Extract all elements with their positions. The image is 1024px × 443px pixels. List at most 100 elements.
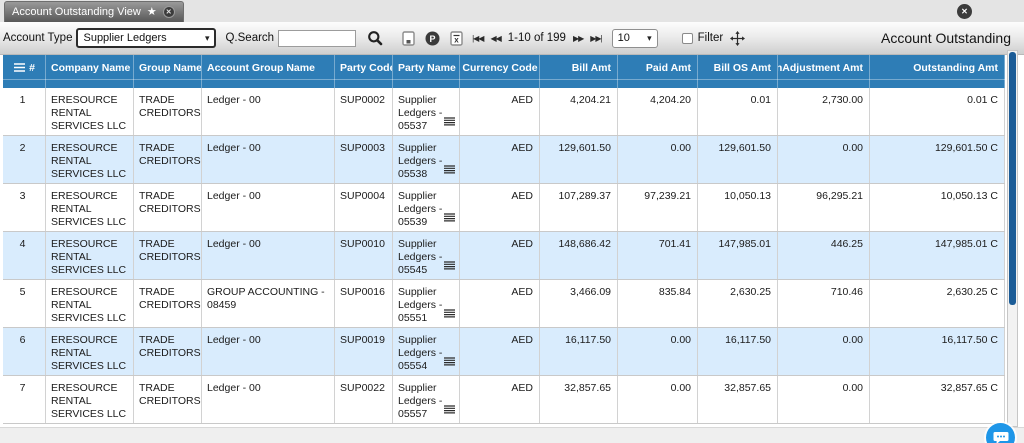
cell-account-group-name: Ledger - 00 [202, 328, 335, 375]
cell-row-number: 7 [3, 376, 46, 423]
party-detail-list-icon[interactable] [444, 213, 455, 226]
window-close-button[interactable]: ✕ [957, 4, 972, 19]
header-currency-code[interactable]: Currency Code [460, 55, 540, 88]
cell-row-number: 3 [3, 184, 46, 231]
cell-outstanding-amt: 0.01 C [870, 88, 1005, 135]
cell-paid-amt: 4,204.20 [618, 88, 698, 135]
cell-paid-amt: 0.00 [618, 376, 698, 423]
header-outstanding-amt[interactable]: Outstanding Amt [870, 55, 1005, 88]
tab-title: Account Outstanding View [12, 6, 141, 18]
table-row[interactable]: 3 ERESOURCE RENTAL SERVICES LLC TRADE CR… [3, 184, 1005, 232]
table-row[interactable]: 1 ERESOURCE RENTAL SERVICES LLC TRADE CR… [3, 88, 1005, 136]
favorite-star-icon[interactable]: ★ [147, 6, 157, 18]
move-icon[interactable] [730, 30, 746, 46]
tab-account-outstanding-view[interactable]: Account Outstanding View ★ ✕ [4, 1, 184, 22]
cell-currency-code: AED [460, 184, 540, 231]
party-detail-list-icon[interactable] [444, 117, 455, 130]
pagination-range: 1-10 of 199 [507, 32, 566, 44]
excel-export-icon[interactable]: x [450, 30, 463, 46]
last-page-icon[interactable]: ▶▶| [590, 34, 602, 43]
page-title: Account Outstanding [881, 30, 1011, 46]
prev-page-icon[interactable]: ◀◀ [490, 34, 501, 43]
cell-group-name: TRADE CREDITORS [134, 376, 202, 423]
header-bill-amt[interactable]: Bill Amt [540, 55, 618, 88]
header-unadjustment-amt[interactable]: UnAdjustment Amt [778, 55, 870, 88]
cell-bill-os-amt: 2,630.25 [698, 280, 778, 327]
next-page-icon[interactable]: ▶▶ [573, 34, 584, 43]
cell-currency-code: AED [460, 232, 540, 279]
vertical-scrollbar[interactable] [1007, 50, 1018, 427]
cell-outstanding-amt: 147,985.01 C [870, 232, 1005, 279]
cell-group-name: TRADE CREDITORS [134, 136, 202, 183]
cell-currency-code: AED [460, 280, 540, 327]
cell-bill-os-amt: 147,985.01 [698, 232, 778, 279]
table-row[interactable]: 4 ERESOURCE RENTAL SERVICES LLC TRADE CR… [3, 232, 1005, 280]
cell-company-name: ERESOURCE RENTAL SERVICES LLC [46, 184, 134, 231]
cell-bill-amt: 32,857.65 [540, 376, 618, 423]
header-party-name[interactable]: Party Name [393, 55, 460, 88]
cell-party-name: Supplier Ledgers - 05545 [393, 232, 460, 279]
cell-outstanding-amt: 32,857.65 C [870, 376, 1005, 423]
toolbar: Account Type Supplier Ledgers ▾ Q.Search… [0, 22, 1024, 55]
cell-party-code: SUP0016 [335, 280, 393, 327]
cell-bill-amt: 129,601.50 [540, 136, 618, 183]
header-bill-os-amt[interactable]: Bill OS Amt [698, 55, 778, 88]
cell-bill-amt: 16,117.50 [540, 328, 618, 375]
account-type-label: Account Type [3, 32, 73, 44]
chevron-down-icon: ▾ [204, 32, 210, 43]
cell-row-number: 6 [3, 328, 46, 375]
table-row[interactable]: 6 ERESOURCE RENTAL SERVICES LLC TRADE CR… [3, 328, 1005, 376]
header-account-group-name[interactable]: Account Group Name [202, 55, 335, 88]
account-type-select[interactable]: Supplier Ledgers ▾ [76, 28, 217, 48]
cell-row-number: 5 [3, 280, 46, 327]
cell-group-name: TRADE CREDITORS [134, 184, 202, 231]
tab-strip: Account Outstanding View ★ ✕ ✕ [0, 0, 1024, 22]
filter-label: Filter [697, 32, 724, 44]
party-detail-list-icon[interactable] [444, 165, 455, 178]
cell-group-name: TRADE CREDITORS [134, 88, 202, 135]
filter-checkbox[interactable] [681, 32, 693, 44]
pager: |◀◀ ◀◀ 1-10 of 199 ▶▶ ▶▶| [472, 32, 603, 44]
scrollbar-thumb[interactable] [1009, 52, 1016, 305]
cell-party-code: SUP0022 [335, 376, 393, 423]
page-size-select[interactable]: 10 ▾ [611, 28, 658, 48]
cell-outstanding-amt: 16,117.50 C [870, 328, 1005, 375]
header-company-name[interactable]: Company Name [46, 55, 134, 88]
tab-close-icon[interactable]: ✕ [162, 6, 175, 18]
table-row[interactable]: 7 ERESOURCE RENTAL SERVICES LLC TRADE CR… [3, 376, 1005, 424]
party-detail-list-icon[interactable] [444, 357, 455, 370]
header-paid-amt[interactable]: Paid Amt [618, 55, 698, 88]
first-page-icon[interactable]: |◀◀ [472, 34, 484, 43]
cell-group-name: TRADE CREDITORS [134, 232, 202, 279]
party-detail-list-icon[interactable] [444, 261, 455, 274]
header-party-code[interactable]: Party Code [335, 55, 393, 88]
search-input[interactable] [278, 29, 357, 47]
header-group-name[interactable]: Group Name [134, 55, 202, 88]
header-row-number[interactable]: # [3, 55, 46, 88]
search-icon[interactable] [367, 30, 383, 46]
table-row[interactable]: 5 ERESOURCE RENTAL SERVICES LLC TRADE CR… [3, 280, 1005, 328]
cell-paid-amt: 97,239.21 [618, 184, 698, 231]
cell-bill-os-amt: 0.01 [698, 88, 778, 135]
document-icon[interactable] [402, 30, 415, 46]
party-detail-list-icon[interactable] [444, 309, 455, 322]
cell-bill-amt: 148,686.42 [540, 232, 618, 279]
cell-paid-amt: 701.41 [618, 232, 698, 279]
cell-unadjustment-amt: 0.00 [778, 376, 870, 423]
pdf-icon[interactable]: P [425, 31, 440, 46]
account-outstanding-grid: # Company Name Group Name Account Group … [3, 55, 1005, 424]
cell-row-number: 4 [3, 232, 46, 279]
svg-text:P: P [430, 33, 436, 43]
cell-account-group-name: Ledger - 00 [202, 88, 335, 135]
account-type-value: Supplier Ledgers [83, 32, 167, 44]
cell-unadjustment-amt: 96,295.21 [778, 184, 870, 231]
app-window: Account Outstanding View ★ ✕ ✕ Account T… [0, 0, 1024, 443]
cell-unadjustment-amt: 710.46 [778, 280, 870, 327]
bottom-strip [0, 427, 1024, 443]
cell-party-code: SUP0010 [335, 232, 393, 279]
party-detail-list-icon[interactable] [444, 405, 455, 418]
cell-company-name: ERESOURCE RENTAL SERVICES LLC [46, 232, 134, 279]
cell-outstanding-amt: 10,050.13 C [870, 184, 1005, 231]
table-row[interactable]: 2 ERESOURCE RENTAL SERVICES LLC TRADE CR… [3, 136, 1005, 184]
page-size-value: 10 [617, 32, 630, 44]
